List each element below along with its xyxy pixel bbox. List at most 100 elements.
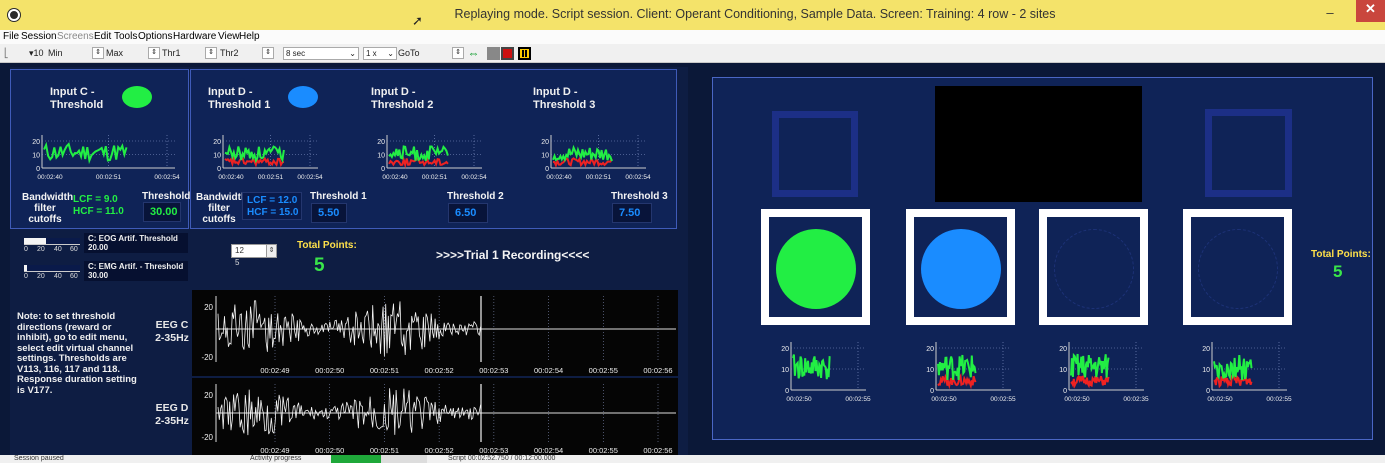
menu-help[interactable]: Help <box>239 31 260 42</box>
y-tick-label: -20 <box>201 353 213 362</box>
thr1-spinner[interactable]: ⇕ <box>205 47 217 59</box>
response-duration-value: 12 <box>235 246 244 255</box>
emg-artifact-value[interactable]: 30.00 <box>88 271 184 280</box>
eeg-svg: 20 -20 00:02:49 00:02:50 00:02:51 00:02:52 00:… <box>201 384 676 455</box>
emg-artifact-meter: 0 20 40 60 <box>22 261 80 285</box>
site-c-threshold-label: Threshold <box>142 191 191 202</box>
menu-hardware[interactable]: Hardware <box>173 31 216 42</box>
window-title: Replaying mode. Script session. Client: … <box>454 7 1056 21</box>
chevron-down-icon: ⌄ <box>349 49 356 58</box>
trend-chart-svg: 20 10 000:02:40 00:02:51 00:02:54 <box>32 135 180 181</box>
min-spinner[interactable]: ⇕ <box>92 47 104 59</box>
y-tick-label: 0 <box>1206 388 1210 395</box>
menu-file[interactable]: File <box>3 31 19 42</box>
x-tick-label: 00:02:51 <box>370 446 399 455</box>
reward-circle-1 <box>776 229 856 309</box>
response-duration-spinner[interactable]: 12 ⇕ <box>231 244 277 258</box>
x-tick-label: 00:02:54 <box>625 174 651 181</box>
thr1-label: Thr1 <box>162 48 181 58</box>
goto-label[interactable]: GoTo <box>398 48 420 58</box>
x-tick-label: 00:02:40 <box>382 174 408 181</box>
feedback-square-right <box>1205 109 1292 197</box>
x-tick-label: 00:02:51 <box>370 366 399 375</box>
menu-screens[interactable]: Screens <box>57 31 94 42</box>
play-forward-icon[interactable]: ⇔ <box>467 47 480 60</box>
script-time: Script 00:02:52.750 / 00:12:00.000 <box>448 455 556 462</box>
y-tick-label: 20 <box>781 346 789 353</box>
y-tick-label: 10 <box>1202 367 1210 374</box>
x-tick-label: 00:02:54 <box>461 174 487 181</box>
site-d-threshold-3-label: Threshold 3 <box>611 191 668 202</box>
x-tick-label: 00:02:54 <box>534 366 563 375</box>
max-label: Max <box>106 48 124 58</box>
thr2-spinner[interactable]: ⇕ <box>262 47 274 59</box>
y-tick-label: 20 <box>541 139 549 146</box>
close-button[interactable]: ✕ <box>1356 0 1385 22</box>
eog-scale-40: 40 <box>54 246 62 253</box>
eeg-c-label: EEG C 2-35Hz <box>155 319 189 344</box>
value-stepper[interactable]: ▾10 <box>29 48 44 59</box>
emg-scale-20: 20 <box>37 273 45 280</box>
y-tick-label: 20 <box>926 346 934 353</box>
x-tick-label: 00:02:50 <box>1064 396 1090 403</box>
eog-artifact-label: C: EOG Artif. Threshold <box>88 234 178 243</box>
red-inhibit-trace <box>1070 374 1110 389</box>
status-bar: Session paused Activity progress Script … <box>0 455 1385 463</box>
trend-chart-svg: 20 10 000:02:50 00:02:55 <box>1202 342 1292 403</box>
menu-options[interactable]: Options <box>138 31 172 42</box>
y-tick-label: 20 <box>213 139 221 146</box>
trend-chart-svg: 20 10 000:02:50 00:02:35 <box>1059 342 1149 403</box>
feedback-trend-chart-4: 20 10 0 00:02:50 00:02:55 <box>1196 338 1292 403</box>
emg-artifact-box: C: EMG Artif. - Threshold 30.00 <box>84 261 188 281</box>
menu-session[interactable]: Session <box>21 31 57 42</box>
max-spinner[interactable]: ⇕ <box>148 47 160 59</box>
emg-meter-axis <box>24 271 80 272</box>
toolbar: ⎣ ▾10 Min ⇕ Max ⇕ Thr1 ⇕ Thr2 ⇕ 8 sec ⌄ 1… <box>0 44 1385 63</box>
y-tick-label: 0 <box>785 388 789 395</box>
green-reward-trace <box>43 141 128 165</box>
feedback-total-points-label: Total Points: <box>1311 249 1371 260</box>
x-tick-label: 00:02:56 <box>643 446 672 455</box>
menu-view[interactable]: View <box>218 31 240 42</box>
site-c-threshold-value[interactable]: 30.00 <box>143 202 181 222</box>
site-d-threshold-2-value[interactable]: 6.50 <box>448 203 488 223</box>
pause-button[interactable] <box>518 47 531 60</box>
green-reward-trace <box>1213 355 1253 381</box>
eog-artifact-meter: 0 20 40 60 <box>22 234 80 258</box>
y-tick-label: 20 <box>204 391 213 400</box>
app-icon[interactable] <box>8 9 20 21</box>
x-tick-label: 00:02:54 <box>154 174 180 181</box>
chevron-down-icon: ⌄ <box>387 49 394 58</box>
stop-button[interactable] <box>487 47 500 60</box>
mouse-cursor-icon: ➚ <box>412 13 423 28</box>
epoch-select[interactable]: 8 sec ⌄ <box>283 47 359 60</box>
y-tick-label: 20 <box>1202 346 1210 353</box>
green-reward-trace <box>792 354 831 380</box>
thr2-label: Thr2 <box>220 48 239 58</box>
x-tick-label: 00:02:40 <box>37 174 63 181</box>
minimize-button[interactable]: – <box>1320 4 1340 22</box>
menu-edit[interactable]: Edit <box>94 31 111 42</box>
eog-scale-60: 60 <box>70 246 78 253</box>
reward-frame-2 <box>906 209 1015 325</box>
speed-value: 1 x <box>366 49 377 58</box>
eog-scale-0: 0 <box>24 246 28 253</box>
goto-spinner[interactable]: ⇕ <box>452 47 464 59</box>
y-tick-label: 0 <box>930 388 934 395</box>
trend-chart-svg: 20 10 000:02:40 00:02:51 00:02:54 <box>541 135 651 181</box>
x-tick-label: 00:02:55 <box>845 396 871 403</box>
site-d-lcf: LCF = 12.0 <box>247 195 298 206</box>
red-inhibit-trace <box>224 156 285 168</box>
record-button[interactable] <box>501 47 514 60</box>
spinner-arrows-icon[interactable]: ⇕ <box>266 245 276 257</box>
eog-artifact-value[interactable]: 20.00 <box>88 243 184 252</box>
emg-scale-60: 60 <box>70 273 78 280</box>
menu-tools[interactable]: Tools <box>114 31 137 42</box>
site-d-title-2: Input D - Threshold 2 <box>371 86 434 111</box>
x-tick-label: 00:02:55 <box>589 366 618 375</box>
emg-scale-0: 0 <box>24 273 28 280</box>
site-d-threshold-1-value[interactable]: 5.50 <box>311 203 347 223</box>
site-d-threshold-3-value[interactable]: 7.50 <box>612 203 652 223</box>
y-tick-label: 20 <box>32 139 40 146</box>
speed-select[interactable]: 1 x ⌄ <box>363 47 397 60</box>
